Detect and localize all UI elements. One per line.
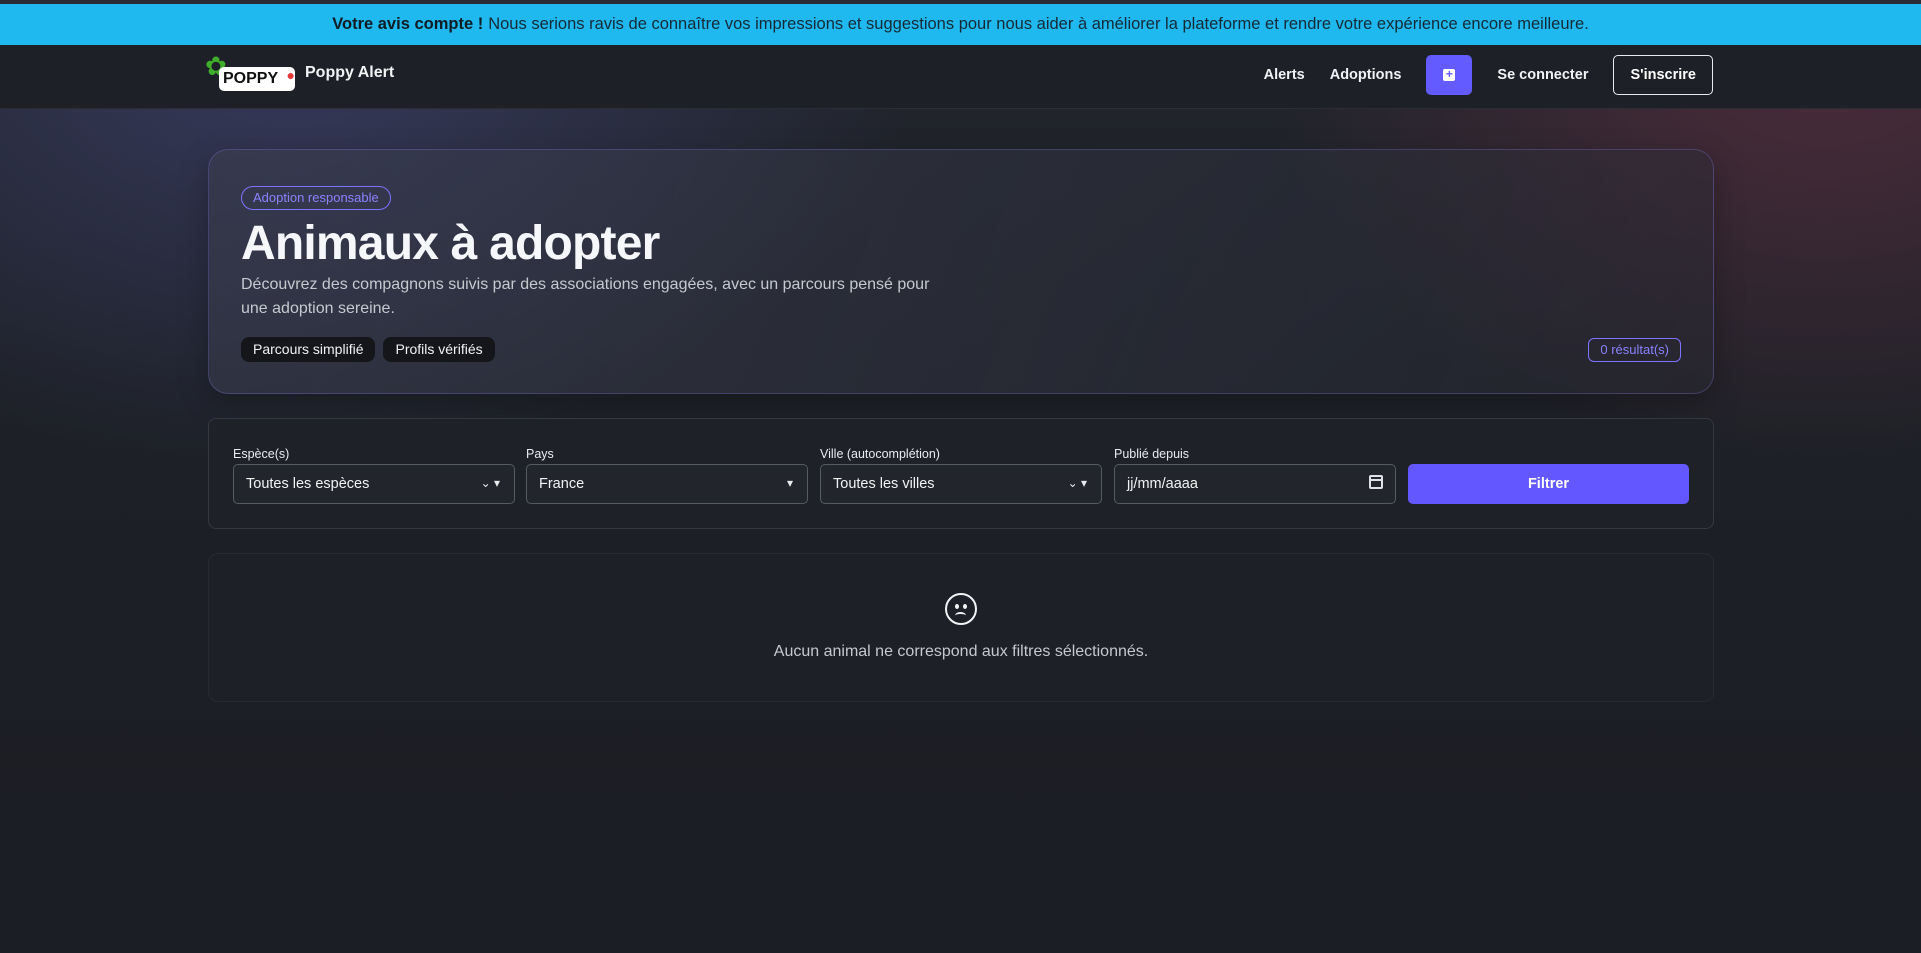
published-field: Publié depuis jj/mm/aaaa (1114, 447, 1396, 504)
login-link[interactable]: Se connecter (1497, 67, 1588, 83)
city-label: Ville (autocomplétion) (820, 447, 940, 461)
logo-text: POPPY (219, 67, 295, 91)
hero-card: Adoption responsable Animaux à adopter D… (208, 149, 1714, 394)
city-field: Ville (autocomplétion) Toutes les villes… (820, 447, 1102, 504)
brand-link[interactable]: ✿ POPPY ● Poppy Alert (205, 53, 394, 97)
chip-verified: Profils vérifiés (383, 337, 495, 362)
published-placeholder: jj/mm/aaaa (1127, 476, 1198, 492)
hero-badge: Adoption responsable (241, 186, 391, 210)
sad-face-icon (945, 593, 977, 625)
country-label: Pays (526, 447, 554, 461)
country-select[interactable]: France ▾ (526, 464, 808, 504)
country-value: France (539, 476, 585, 492)
empty-state: Aucun animal ne correspond aux filtres s… (208, 553, 1714, 702)
add-button[interactable]: + (1426, 55, 1473, 95)
caret-down-icon: ▾ (786, 476, 793, 490)
feedback-banner: Votre avis compte ! Nous serions ravis d… (0, 4, 1921, 45)
page-title: Animaux à adopter (241, 217, 660, 270)
banner-bold: Votre avis compte ! (332, 15, 484, 33)
species-select[interactable]: Toutes les espèces ⌄ ▾ (233, 464, 515, 504)
hero-chips: Parcours simplifié Profils vérifiés (241, 337, 503, 362)
city-value: Toutes les villes (833, 476, 935, 492)
nav-menu: Alerts Adoptions + Se connecter S'inscri… (1264, 55, 1713, 95)
flower-icon: ● (286, 67, 295, 83)
species-value: Toutes les espèces (246, 476, 370, 492)
navbar: ✿ POPPY ● Poppy Alert Alerts Adoptions +… (0, 45, 1921, 109)
filter-button[interactable]: Filtrer (1408, 464, 1689, 504)
poppy-logo: ✿ POPPY ● (205, 53, 297, 97)
published-label: Publié depuis (1114, 447, 1190, 461)
plus-square-icon: + (1443, 68, 1456, 81)
filter-form: Espèce(s) Toutes les espèces ⌄ ▾ Pays Fr… (208, 418, 1714, 529)
banner-text: Nous serions ravis de connaître vos impr… (488, 15, 1589, 33)
species-field: Espèce(s) Toutes les espèces ⌄ ▾ (233, 447, 515, 504)
country-field: Pays France ▾ (526, 447, 808, 504)
page: Votre avis compte ! Nous serions ravis d… (0, 0, 1921, 953)
brand-name: Poppy Alert (305, 64, 395, 81)
result-count-badge: 0 résultat(s) (1588, 338, 1681, 362)
chevron-down-icon: ⌄ ▾ (480, 476, 500, 490)
signup-button[interactable]: S'inscrire (1613, 55, 1713, 95)
chip-simplified: Parcours simplifié (241, 337, 376, 362)
species-label: Espèce(s) (233, 447, 290, 461)
published-date-input[interactable]: jj/mm/aaaa (1114, 464, 1396, 504)
nav-link-adoptions[interactable]: Adoptions (1330, 67, 1402, 83)
chevron-down-icon: ⌄ ▾ (1067, 476, 1087, 490)
calendar-icon[interactable] (1369, 475, 1383, 489)
hero-lead: Découvrez des compagnons suivis par des … (241, 276, 930, 317)
city-select[interactable]: Toutes les villes ⌄ ▾ (820, 464, 1102, 504)
empty-message: Aucun animal ne correspond aux filtres s… (773, 643, 1149, 660)
nav-link-alerts[interactable]: Alerts (1264, 67, 1305, 83)
